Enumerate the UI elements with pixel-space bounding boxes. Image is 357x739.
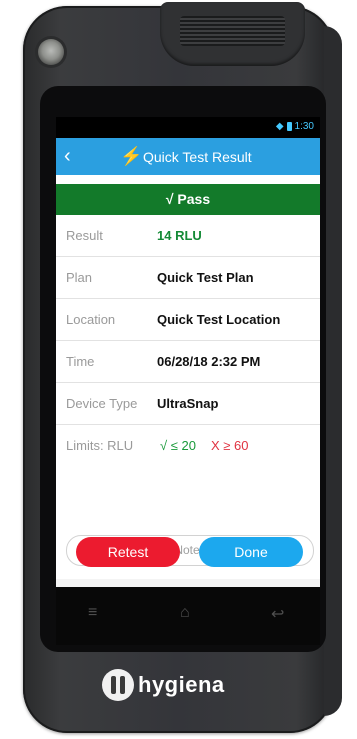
location-value: Quick Test Location <box>157 312 281 327</box>
app-bar: ‹ ⚡ Quick Test Result <box>56 138 320 175</box>
plan-label: Plan <box>66 270 93 285</box>
device-type-value: UltraSnap <box>157 396 219 411</box>
system-nav-bar: ≡ ⌂ ↩ <box>56 587 320 645</box>
time-value: 06/28/18 2:32 PM <box>157 354 261 369</box>
plan-row: Plan Quick Test Plan <box>56 257 320 299</box>
time-label: Time <box>66 354 95 369</box>
retest-button[interactable]: Retest <box>76 537 180 567</box>
speaker-grill <box>180 16 285 46</box>
result-content: √ Pass Result 14 RLU Plan Quick Test Pla… <box>56 175 320 579</box>
limit-pass-threshold: √ ≤ 20 <box>160 438 196 453</box>
location-row: Location Quick Test Location <box>56 299 320 341</box>
result-value: 14 RLU <box>157 228 202 243</box>
limits-row: Limits: RLU √ ≤ 20 X ≥ 60 <box>56 425 320 466</box>
result-row: Result 14 RLU <box>56 215 320 257</box>
hygiena-logo-icon <box>102 669 134 701</box>
device-screen: ◆ 1:30 ‹ ⚡ Quick Test Result √ Pass Resu… <box>56 117 320 645</box>
back-arrow-icon[interactable]: ‹ <box>64 146 71 166</box>
status-bar: ◆ 1:30 <box>56 117 320 138</box>
camera-lens <box>38 39 64 65</box>
pass-status-banner: √ Pass <box>56 184 320 215</box>
device-side-edge <box>324 26 342 716</box>
limit-fail-threshold: X ≥ 60 <box>211 438 249 453</box>
brand-name: hygiena <box>138 672 225 697</box>
battery-icon <box>286 122 292 131</box>
back-icon[interactable]: ↩ <box>271 604 284 624</box>
result-label: Result <box>66 228 103 243</box>
limits-label: Limits: RLU <box>66 438 134 453</box>
plan-value: Quick Test Plan <box>157 270 254 285</box>
location-label: Location <box>66 312 116 327</box>
menu-icon[interactable]: ≡ <box>88 604 97 622</box>
status-icons: ◆ 1:30 <box>276 121 314 132</box>
lightning-bolt-icon: ⚡ <box>120 146 143 166</box>
device-type-label: Device Type <box>66 396 138 411</box>
app-title: Quick Test Result <box>143 149 252 165</box>
status-time: 1:30 <box>294 121 314 132</box>
home-icon[interactable]: ⌂ <box>180 604 190 622</box>
time-row: Time 06/28/18 2:32 PM <box>56 341 320 383</box>
done-button[interactable]: Done <box>199 537 303 567</box>
brand-logo: hygiena <box>102 668 262 702</box>
device-type-row: Device Type UltraSnap <box>56 383 320 425</box>
wifi-icon: ◆ <box>275 121 284 132</box>
